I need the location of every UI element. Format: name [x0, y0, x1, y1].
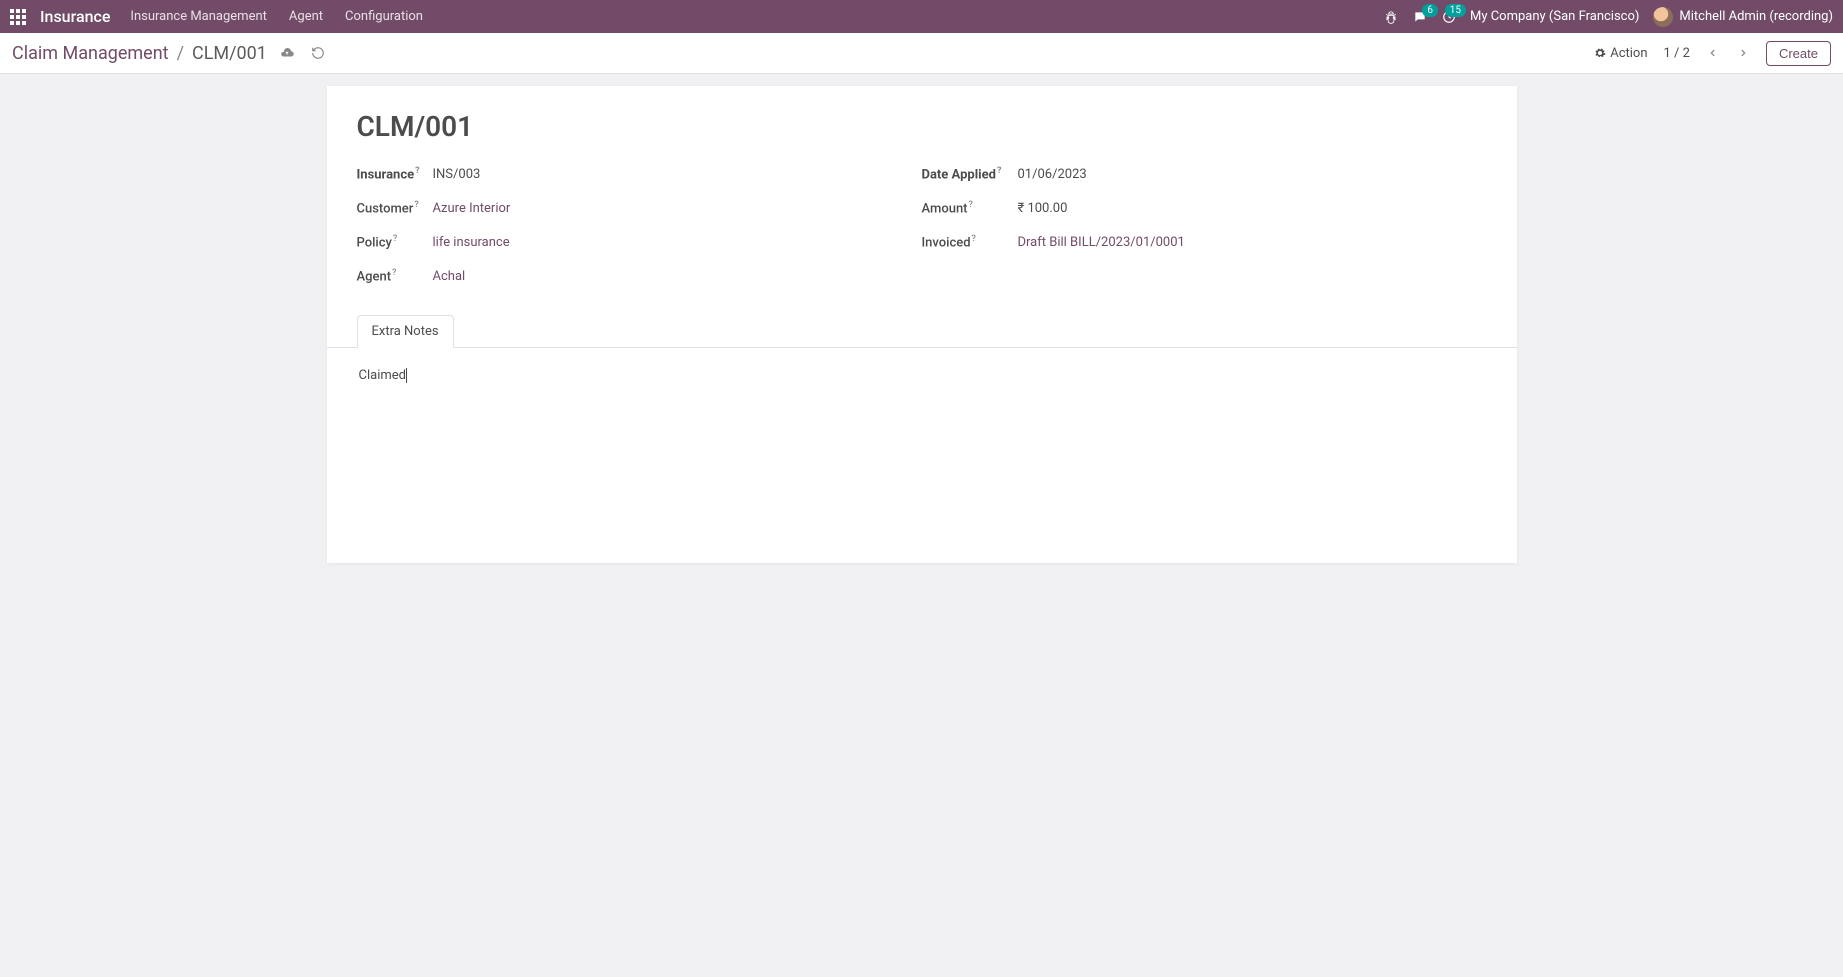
fields-left: Insurance? INS/003 Customer? Azure Inter… — [357, 161, 922, 297]
value-amount[interactable]: ₹ 100.00 — [1018, 201, 1068, 216]
action-label: Action — [1610, 46, 1647, 61]
value-insurance[interactable]: INS/003 — [433, 167, 481, 182]
debug-icon[interactable] — [1384, 10, 1398, 24]
top-navbar: Insurance Insurance Management Agent Con… — [0, 0, 1843, 33]
notebook: Extra Notes Claimed — [357, 315, 1487, 563]
breadcrumb-sep: / — [177, 43, 184, 64]
action-menu-button[interactable]: Action — [1594, 46, 1647, 61]
messages-badge: 6 — [1422, 4, 1438, 17]
label-date-applied: Date Applied? — [922, 166, 1018, 182]
control-panel: Claim Management / CLM/001 Action 1 / 2 … — [0, 33, 1843, 74]
fields-right: Date Applied? 01/06/2023 Amount? ₹ 100.0… — [922, 161, 1487, 297]
breadcrumb: Claim Management / CLM/001 — [12, 43, 329, 64]
nav-item-configuration[interactable]: Configuration — [345, 9, 423, 24]
activities-badge: 15 — [1445, 4, 1466, 17]
record-title: CLM/001 — [357, 110, 1487, 143]
discard-icon[interactable] — [307, 46, 329, 60]
app-brand[interactable]: Insurance — [40, 7, 110, 26]
nav-item-agent[interactable]: Agent — [289, 9, 323, 24]
breadcrumb-current: CLM/001 — [192, 43, 267, 64]
cloud-save-icon[interactable] — [275, 46, 299, 60]
label-policy: Policy? — [357, 234, 433, 250]
activities-icon[interactable]: 15 — [1442, 10, 1456, 24]
notes-text: Claimed — [359, 368, 407, 383]
label-customer: Customer? — [357, 200, 433, 216]
nav-item-insurance-management[interactable]: Insurance Management — [130, 9, 267, 24]
tab-extra-notes-body[interactable]: Claimed — [357, 348, 1487, 563]
breadcrumb-root[interactable]: Claim Management — [12, 43, 169, 64]
apps-icon[interactable] — [10, 9, 26, 25]
label-amount: Amount? — [922, 200, 1018, 216]
avatar — [1653, 7, 1673, 27]
value-policy[interactable]: life insurance — [433, 235, 510, 250]
form-sheet: CLM/001 Insurance? INS/003 Customer? Azu… — [327, 86, 1517, 563]
create-button[interactable]: Create — [1766, 41, 1831, 66]
pager-next-icon[interactable] — [1736, 46, 1750, 60]
gear-icon — [1594, 47, 1606, 59]
content-area: CLM/001 Insurance? INS/003 Customer? Azu… — [0, 74, 1843, 575]
pager[interactable]: 1 / 2 — [1664, 46, 1690, 61]
value-agent[interactable]: Achal — [433, 269, 466, 284]
user-name: Mitchell Admin (recording) — [1679, 9, 1833, 24]
company-switcher[interactable]: My Company (San Francisco) — [1470, 9, 1639, 24]
messages-icon[interactable]: 6 — [1412, 10, 1428, 24]
nav-menu: Insurance Management Agent Configuration — [130, 9, 423, 24]
pager-prev-icon[interactable] — [1706, 46, 1720, 60]
label-agent: Agent? — [357, 268, 433, 284]
user-menu[interactable]: Mitchell Admin (recording) — [1653, 7, 1833, 27]
label-insurance: Insurance? — [357, 166, 433, 182]
label-invoiced: Invoiced? — [922, 234, 1018, 250]
value-date-applied[interactable]: 01/06/2023 — [1018, 167, 1087, 182]
value-customer[interactable]: Azure Interior — [433, 201, 511, 216]
value-invoiced[interactable]: Draft Bill BILL/2023/01/0001 — [1018, 235, 1185, 250]
tab-extra-notes[interactable]: Extra Notes — [357, 315, 454, 348]
